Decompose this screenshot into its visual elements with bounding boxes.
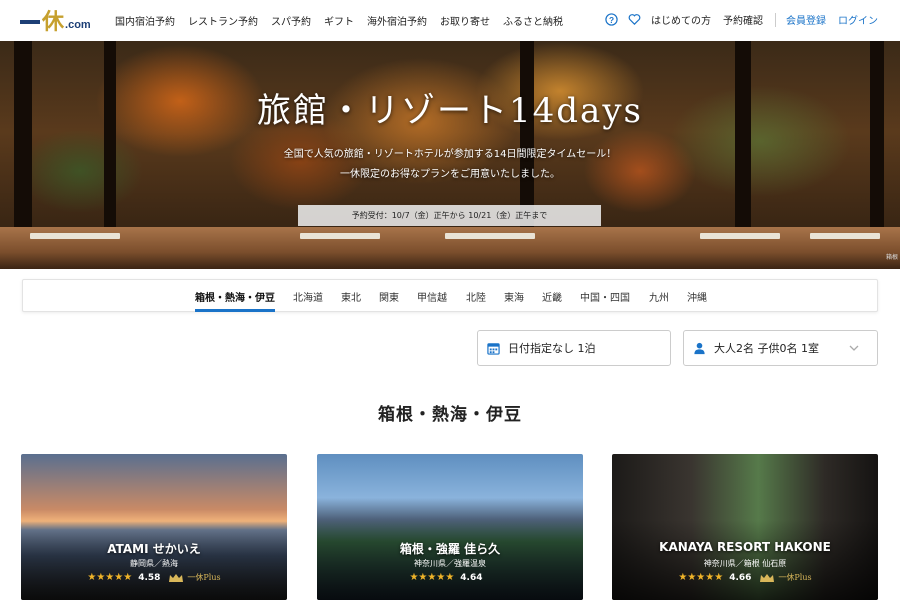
hotel-card-atami-sekaie[interactable]: ATAMI せかいえ 静岡県／熱海 ★★★★★ 4.58 一休Plus <box>21 454 287 600</box>
nav-overseas-stay[interactable]: 海外宿泊予約 <box>367 13 427 28</box>
nav-domestic-stay[interactable]: 国内宿泊予約 <box>115 13 175 28</box>
calendar-icon <box>487 342 500 355</box>
counter-tray <box>810 233 880 239</box>
hero-subtitle-1: 全国で人気の旅館・リゾートホテルが参加する14日間限定タイムセール！ <box>283 149 617 160</box>
hotel-area: 静岡県／熱海 <box>130 559 178 568</box>
hero-pillar <box>870 41 884 241</box>
logo-bar <box>20 20 40 24</box>
hotel-rating: ★★★★★ 4.64 <box>317 572 583 583</box>
tab-tokai[interactable]: 東海 <box>504 289 524 304</box>
tab-chugoku-shikoku[interactable]: 中国・四国 <box>580 289 630 304</box>
hero-title: 旅館・リゾート14days <box>257 91 643 131</box>
hotel-name: KANAYA RESORT HAKONE <box>659 540 831 554</box>
site-logo[interactable]: 休 .com <box>20 8 91 34</box>
guest-selector-text: 大人2名 子供0名 1室 <box>714 342 819 355</box>
first-time-link[interactable]: はじめての方 <box>651 12 711 27</box>
nav-spa[interactable]: スパ予約 <box>271 13 311 28</box>
star-rating: ★★★★★ <box>87 572 133 583</box>
star-rating: ★★★★★ <box>409 572 455 583</box>
tab-kyushu[interactable]: 九州 <box>649 289 669 304</box>
booking-period-badge: 予約受付：10/7（金）正午から 10/21（金）正午まで <box>298 205 601 226</box>
tab-kanto[interactable]: 関東 <box>379 289 399 304</box>
guest-selector[interactable]: 大人2名 子供0名 1室 <box>683 330 878 366</box>
tab-tohoku[interactable]: 東北 <box>341 289 361 304</box>
crown-icon <box>169 573 184 582</box>
hotel-area: 神奈川県／箱根 仙石原 <box>703 559 787 568</box>
site-header: 休 .com 国内宿泊予約 レストラン予約 スパ予約 ギフト 海外宿泊予約 お取… <box>0 0 900 41</box>
hero-pillar <box>14 41 32 241</box>
tab-hakone-atami-izu[interactable]: 箱根・熱海・伊豆 <box>195 289 275 304</box>
svg-text:?: ? <box>609 15 614 25</box>
hotel-card-kanaya-resort[interactable]: KANAYA RESORT HAKONE 神奈川県／箱根 仙石原 ★★★★★ 4… <box>612 454 878 600</box>
star-rating: ★★★★★ <box>678 572 724 583</box>
nav-mail-order[interactable]: お取り寄せ <box>440 13 490 28</box>
hotel-rating: ★★★★★ 4.66 一休Plus <box>612 572 878 583</box>
booking-check-link[interactable]: 予約確認 <box>723 12 763 27</box>
region-tabs: 箱根・熱海・伊豆 北海道 東北 関東 甲信越 北陸 東海 近畿 中国・四国 九州… <box>22 279 878 312</box>
main-nav: 国内宿泊予約 レストラン予約 スパ予約 ギフト 海外宿泊予約 お取り寄せ ふるさ… <box>115 13 576 28</box>
active-tab-underline <box>195 309 275 312</box>
chevron-down-icon <box>849 345 859 351</box>
tab-hokkaido[interactable]: 北海道 <box>293 289 323 304</box>
hero-subtitle-2: 一休限定のお得なプランをご用意いたしました。 <box>340 169 560 180</box>
hotel-rating: ★★★★★ 4.58 一休Plus <box>21 572 287 583</box>
logo-suffix: .com <box>65 19 91 31</box>
ikyu-plus-badge: 一休Plus <box>187 573 221 582</box>
heart-icon[interactable] <box>628 13 641 26</box>
rating-score: 4.66 <box>729 572 752 583</box>
login-link[interactable]: ログイン <box>838 12 878 27</box>
hero-pillar <box>735 41 751 241</box>
nav-restaurant[interactable]: レストラン予約 <box>188 13 258 28</box>
tab-hokuriku[interactable]: 北陸 <box>466 289 486 304</box>
register-link[interactable]: 会員登録 <box>786 12 826 27</box>
nav-furusato-tax[interactable]: ふるさと納税 <box>503 13 563 28</box>
hero-banner[interactable]: 旅館・リゾート14days 全国で人気の旅館・リゾートホテルが参加する14日間限… <box>0 41 900 269</box>
tab-kinki[interactable]: 近畿 <box>542 289 562 304</box>
date-selector-text: 日付指定なし 1泊 <box>508 342 596 355</box>
counter-tray <box>30 233 120 239</box>
ikyu-plus-badge: 一休Plus <box>778 573 812 582</box>
counter-tray <box>300 233 380 239</box>
hotel-name: 箱根・強羅 佳ら久 <box>399 542 501 556</box>
hotel-card-gora-karaku[interactable]: 箱根・強羅 佳ら久 神奈川県／強羅温泉 ★★★★★ 4.64 <box>317 454 583 600</box>
hotel-area: 神奈川県／強羅温泉 <box>414 559 486 568</box>
counter-tray <box>445 233 535 239</box>
hero-pillar <box>104 41 116 241</box>
hero-corner-label: 箱根 <box>885 254 898 261</box>
tab-okinawa[interactable]: 沖縄 <box>687 289 707 304</box>
logo-kanji: 休 <box>42 9 65 35</box>
tab-koshinetsu[interactable]: 甲信越 <box>417 289 447 304</box>
hotel-name: ATAMI せかいえ <box>107 542 201 556</box>
crown-icon <box>760 573 775 582</box>
nav-gift[interactable]: ギフト <box>324 13 354 28</box>
rating-score: 4.64 <box>460 572 483 583</box>
date-selector[interactable]: 日付指定なし 1泊 <box>477 330 671 366</box>
counter-tray <box>700 233 780 239</box>
header-divider <box>775 12 776 27</box>
section-title: 箱根・熱海・伊豆 <box>378 405 522 425</box>
person-icon <box>694 342 705 354</box>
rating-score: 4.58 <box>138 572 161 583</box>
help-icon[interactable]: ? <box>605 13 618 26</box>
header-utility: ? はじめての方 予約確認 会員登録 ログイン <box>605 12 878 27</box>
